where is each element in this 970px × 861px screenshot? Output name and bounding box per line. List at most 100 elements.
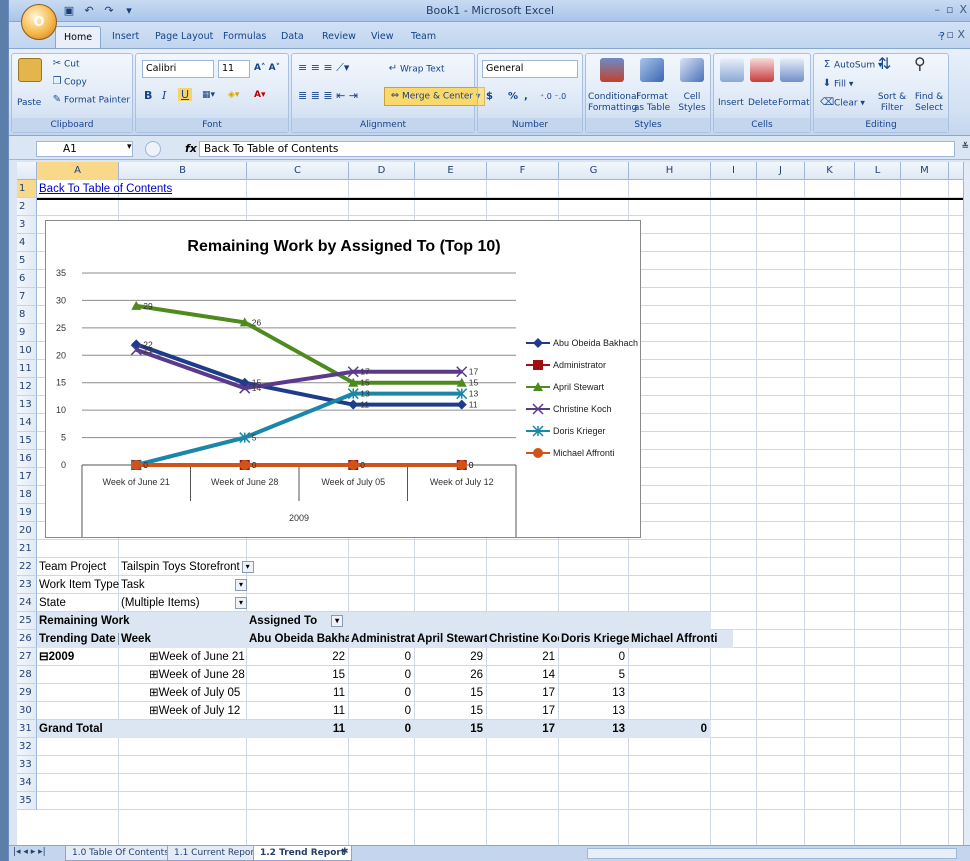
sort-filter-button[interactable]: Sort & Filter: [874, 92, 910, 114]
font-name-select[interactable]: Calibri: [142, 60, 214, 78]
autosum-button[interactable]: Σ AutoSum ▾: [820, 59, 883, 72]
row-header-28[interactable]: 28: [17, 666, 37, 684]
cell-styles-button[interactable]: Cell Styles: [674, 92, 710, 114]
bold-button[interactable]: B: [144, 90, 152, 101]
clear-button[interactable]: ⌫Clear ▾: [820, 97, 865, 110]
align-top-icons[interactable]: ≡ ≡ ≡ ⟋▾: [298, 62, 349, 73]
filter-dropdown-icon[interactable]: ▾: [331, 614, 344, 627]
filter-value-team-project[interactable]: Tailspin Toys Storefront ▾: [121, 558, 254, 576]
row-header-22[interactable]: 22: [17, 558, 37, 576]
horizontal-scrollbar[interactable]: [587, 848, 957, 859]
row-header-1[interactable]: 1: [17, 180, 37, 198]
insert-button[interactable]: Insert: [718, 98, 744, 109]
filter-value-state[interactable]: (Multiple Items) ▾: [121, 594, 249, 612]
tab-view[interactable]: View: [371, 31, 394, 42]
tab-home[interactable]: Home: [55, 26, 102, 48]
column-header-c[interactable]: C: [247, 162, 349, 180]
column-header-a[interactable]: A: [37, 162, 119, 180]
filter-dropdown-icon[interactable]: ▾: [117, 632, 119, 645]
name-box-dropdown-icon[interactable]: ▾: [127, 142, 132, 152]
row-header-6[interactable]: 6: [17, 270, 37, 288]
line-chart[interactable]: Remaining Work by Assigned To (Top 10) 0 5…: [45, 220, 641, 538]
column-header-m[interactable]: M: [901, 162, 949, 180]
cut-button[interactable]: ✂ Cut: [50, 58, 80, 71]
column-header-j[interactable]: J: [757, 162, 805, 180]
column-header-h[interactable]: H: [629, 162, 711, 180]
percent-button[interactable]: %: [508, 91, 518, 102]
sort-filter-icon[interactable]: ⇅: [878, 56, 891, 72]
row-header-30[interactable]: 30: [17, 702, 37, 720]
align-left-icons[interactable]: ≣ ≣ ≣ ⇤ ⇥: [298, 90, 358, 101]
find-select-button[interactable]: Find & Select: [910, 92, 948, 114]
name-box[interactable]: A1: [36, 141, 133, 157]
row-header-8[interactable]: 8: [17, 306, 37, 324]
sheet-tab-current-report[interactable]: 1.1 Current Report: [167, 846, 265, 861]
row-header-4[interactable]: 4: [17, 234, 37, 252]
formula-input[interactable]: Back To Table of Contents: [199, 141, 955, 157]
fill-button[interactable]: ⬇ Fill ▾: [820, 78, 854, 91]
row-header-13[interactable]: 13: [17, 396, 37, 414]
tab-formulas[interactable]: Formulas: [223, 31, 266, 42]
row-header-25[interactable]: 25: [17, 612, 37, 630]
filter-dropdown-icon[interactable]: ▾: [235, 597, 247, 609]
row-header-27[interactable]: 27: [17, 648, 37, 666]
wrap-text-button[interactable]: ↵ Wrap Text: [386, 63, 445, 76]
row-header-31[interactable]: 31: [17, 720, 37, 738]
column-header-k[interactable]: K: [805, 162, 855, 180]
row-header-34[interactable]: 34: [17, 774, 37, 792]
binoculars-icon[interactable]: ⚲: [914, 56, 926, 72]
copy-button[interactable]: ❐ Copy: [50, 76, 87, 89]
column-header-f[interactable]: F: [487, 162, 559, 180]
column-header-e[interactable]: E: [415, 162, 487, 180]
vertical-scrollbar[interactable]: [963, 162, 970, 845]
font-color-icon[interactable]: A▾: [254, 90, 265, 101]
paste-button[interactable]: Paste: [17, 98, 41, 109]
row-header-23[interactable]: 23: [17, 576, 37, 594]
row-header-19[interactable]: 19: [17, 504, 37, 522]
row-header-9[interactable]: 9: [17, 324, 37, 342]
filter-value-work-item-type[interactable]: Task ▾: [121, 576, 249, 594]
format-button[interactable]: Format: [778, 98, 810, 109]
column-header-d[interactable]: D: [349, 162, 415, 180]
formula-cancel-icon[interactable]: [145, 141, 161, 157]
cell-styles-icon[interactable]: [680, 58, 704, 82]
column-header-g[interactable]: G: [559, 162, 629, 180]
underline-button[interactable]: U: [178, 88, 193, 101]
column-header-l[interactable]: L: [855, 162, 901, 180]
new-sheet-icon[interactable]: ✱: [341, 847, 349, 857]
row-header-14[interactable]: 14: [17, 414, 37, 432]
row-header-24[interactable]: 24: [17, 594, 37, 612]
row-header-29[interactable]: 29: [17, 684, 37, 702]
row-header-3[interactable]: 3: [17, 216, 37, 234]
select-all-corner[interactable]: [17, 162, 37, 180]
row-header-16[interactable]: 16: [17, 450, 37, 468]
format-table-icon[interactable]: [640, 58, 664, 82]
sheet-nav-arrows-icon[interactable]: |◂ ◂ ▸ ▸|: [13, 847, 46, 857]
borders-icon[interactable]: ▦▾: [202, 90, 215, 101]
tab-team[interactable]: Team: [411, 31, 436, 42]
row-header-2[interactable]: 2: [17, 198, 37, 216]
row-header-15[interactable]: 15: [17, 432, 37, 450]
format-as-table-button[interactable]: Format as Table: [632, 92, 672, 114]
tab-review[interactable]: Review: [322, 31, 356, 42]
column-header-i[interactable]: I: [711, 162, 757, 180]
sheet-tab-trend-report[interactable]: 1.2 Trend Report: [253, 846, 353, 861]
expand-formula-bar-icon[interactable]: ≚: [961, 142, 969, 152]
back-to-toc-link[interactable]: Back To Table of Contents: [39, 180, 172, 198]
insert-function-button[interactable]: fx: [185, 142, 197, 155]
format-painter-button[interactable]: ✎ Format Painter: [50, 94, 130, 107]
row-header-21[interactable]: 21: [17, 540, 37, 558]
tab-insert[interactable]: Insert: [112, 31, 139, 42]
insert-cells-icon[interactable]: [720, 58, 744, 82]
row-header-17[interactable]: 17: [17, 468, 37, 486]
paste-icon[interactable]: [18, 58, 42, 82]
decimal-icons[interactable]: ⁺.0 ⁻.0: [540, 91, 566, 102]
delete-cells-icon[interactable]: [750, 58, 774, 82]
italic-button[interactable]: I: [162, 90, 166, 101]
comma-button[interactable]: ,: [524, 91, 528, 102]
restore-icon[interactable]: ▫: [946, 3, 953, 16]
number-format-select[interactable]: General: [482, 60, 578, 78]
tab-page-layout[interactable]: Page Layout: [155, 31, 213, 42]
tab-data[interactable]: Data: [281, 31, 304, 42]
row-header-10[interactable]: 10: [17, 342, 37, 360]
